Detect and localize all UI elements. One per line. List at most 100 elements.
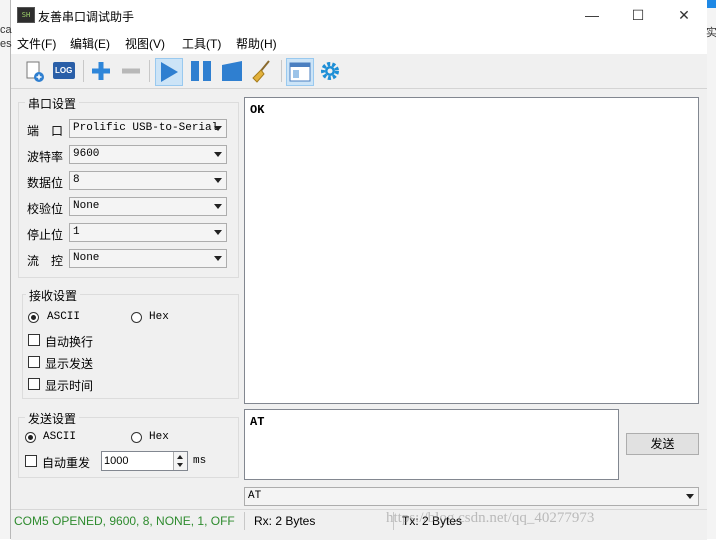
show-sent-checkbox[interactable] [28,356,40,368]
stop-bits-value: 1 [73,226,80,238]
interval-stepper[interactable]: 1000 [101,451,188,471]
remove-button[interactable] [118,58,144,84]
parity-label: 校验位 [27,202,64,216]
parity-select[interactable]: None [69,197,227,216]
receive-ascii-label: ASCII [47,311,81,323]
background-app-fragment: ca [0,24,12,36]
plus-icon [92,62,110,80]
port-label: 端 口 [27,124,64,138]
port-select[interactable]: Prolific USB-to-Serial [69,119,227,138]
title-bar[interactable]: SH 友善串口调试助手 — ☐ ✕ [11,0,707,30]
history-value: AT [248,490,262,502]
receive-ascii-radio[interactable] [28,312,39,323]
clear-button[interactable] [249,58,275,84]
stop-bits-label: 停止位 [27,228,64,242]
minimize-button[interactable]: — [569,0,615,30]
serial-assistant-window: SH 友善串口调试助手 — ☐ ✕ 文件(F) 编辑(E) 视图(V) 工具(T… [10,0,707,540]
pause-icon [191,61,211,81]
stop-button[interactable] [219,58,245,84]
receive-text: OK [250,103,265,117]
settings-button[interactable] [317,58,343,84]
start-button[interactable] [155,58,183,86]
chevron-down-icon [686,494,694,499]
spin-buttons[interactable] [173,452,187,470]
add-button[interactable] [88,58,114,84]
show-sent-label: 显示发送 [45,357,94,371]
send-text: AT [250,415,265,429]
data-bits-select[interactable]: 8 [69,171,227,190]
send-hex-radio[interactable] [131,432,142,443]
menu-edit[interactable]: 编辑(E) [70,35,110,52]
baud-rate-select[interactable]: 9600 [69,145,227,164]
receive-settings-title: 接收设置 [26,287,81,304]
connection-status: COM5 OPENED, 9600, 8, NONE, 1, OFF [14,514,235,528]
send-ascii-label: ASCII [43,431,77,443]
background-app-right [706,0,716,539]
layout-button[interactable] [286,58,314,86]
auto-resend-label: 自动重发 [42,456,91,470]
chevron-down-icon [214,230,222,235]
parity-value: None [73,200,100,212]
background-app-left [0,0,10,539]
port-value: Prolific USB-to-Serial [73,122,219,134]
toolbar-separator [83,60,84,82]
log-button[interactable]: LOG [51,58,77,84]
spin-up-icon[interactable] [177,455,183,459]
data-bits-value: 8 [73,174,80,186]
chevron-down-icon [214,126,222,131]
send-textarea[interactable]: AT [244,409,619,480]
flow-control-value: None [73,252,100,264]
data-bits-label: 数据位 [27,176,64,190]
send-hex-label: Hex [149,431,169,443]
broom-icon [252,60,270,83]
show-time-label: 显示时间 [45,379,94,393]
stop-icon [222,61,242,81]
flow-control-label: 流 控 [27,254,64,268]
background-app-fragment: es [0,38,12,50]
maximize-button[interactable]: ☐ [615,0,661,30]
receive-textarea[interactable]: OK [244,97,699,404]
menu-help[interactable]: 帮助(H) [236,35,277,52]
menu-file[interactable]: 文件(F) [17,35,56,52]
menu-bar [11,30,707,54]
rx-count: Rx: 2 Bytes [254,514,316,528]
receive-hex-radio[interactable] [131,312,142,323]
chevron-down-icon [214,204,222,209]
menu-tools[interactable]: 工具(T) [182,35,221,52]
interval-value: 1000 [104,455,129,467]
chevron-down-icon [214,178,222,183]
history-select[interactable]: AT [244,487,699,506]
chevron-down-icon [214,256,222,261]
window-layout-icon [289,62,311,82]
chevron-down-icon [214,152,222,157]
pause-button[interactable] [188,58,214,84]
serial-settings-title: 串口设置 [25,95,80,112]
interval-unit: ms [193,455,207,467]
log-label: LOG [55,66,73,75]
auto-wrap-checkbox[interactable] [28,334,40,346]
background-app-fragment: 实 [706,27,716,39]
new-file-icon [26,61,44,82]
new-file-button[interactable] [21,58,47,84]
send-button[interactable]: 发送 [626,433,699,455]
receive-hex-label: Hex [149,311,169,323]
watermark: https://blog.csdn.net/qq_40277973 [386,510,595,526]
baud-rate-label: 波特率 [27,150,64,164]
send-settings-title: 发送设置 [25,410,80,427]
gear-icon [321,62,339,80]
send-ascii-radio[interactable] [25,432,36,443]
auto-wrap-label: 自动换行 [45,335,94,349]
minus-icon [122,68,140,74]
close-button[interactable]: ✕ [661,0,707,30]
auto-resend-checkbox[interactable] [25,455,37,467]
menu-view[interactable]: 视图(V) [125,35,165,52]
spin-down-icon[interactable] [177,463,183,467]
flow-control-select[interactable]: None [69,249,227,268]
toolbar [11,54,707,89]
show-time-checkbox[interactable] [28,378,40,390]
toolbar-separator [281,60,282,82]
toolbar-separator [149,60,150,82]
window-title: 友善串口调试助手 [38,10,135,24]
status-divider [244,512,245,530]
stop-bits-select[interactable]: 1 [69,223,227,242]
